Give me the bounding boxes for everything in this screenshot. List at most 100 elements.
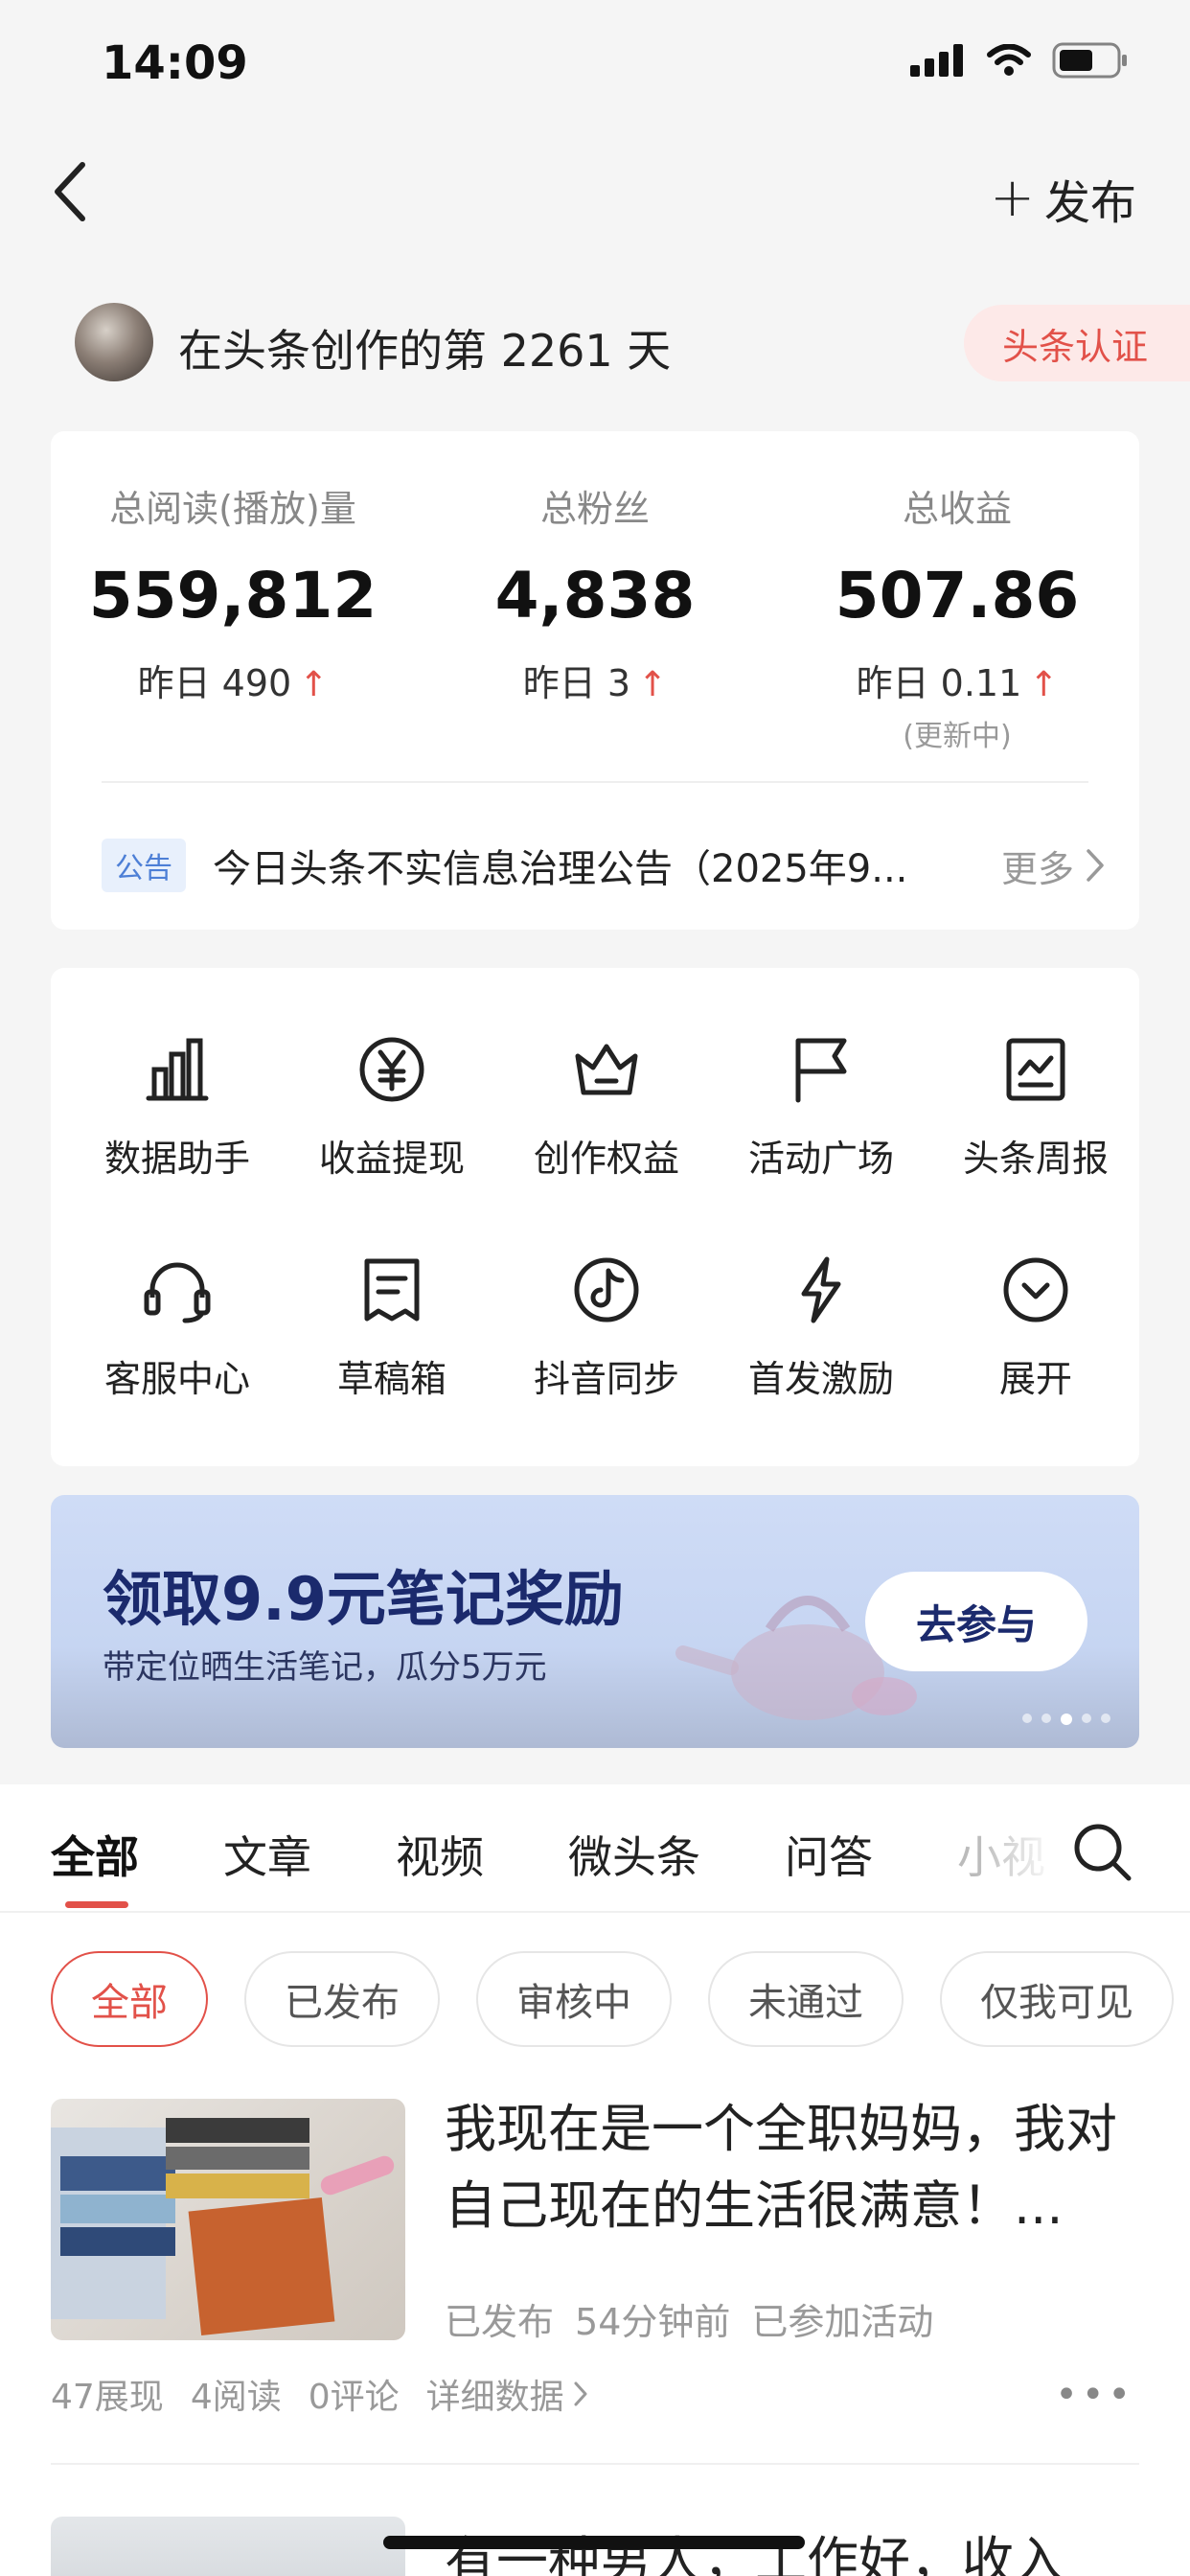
filter-all[interactable]: 全部 [51, 1951, 208, 2047]
pagination-dot [1022, 1714, 1032, 1723]
chevron-right-icon [1087, 849, 1104, 882]
pagination-dot [1082, 1714, 1091, 1723]
status-filters: 全部 已发布 审核中 未通过 仅我可见 [51, 1951, 1174, 2047]
douyin-icon [574, 1257, 639, 1322]
stat-value: 507.86 [835, 559, 1080, 632]
tab-qa[interactable]: 问答 [785, 1823, 873, 1886]
notice-text[interactable]: 今日头条不实信息治理公告（2025年9... [213, 838, 982, 893]
article-activity: 已参加活动 [751, 2301, 934, 2343]
stats-card: 总阅读(播放)量 559,812 昨日 490 ↑ 总粉丝 4,838 昨日 3 ↑… [51, 431, 1139, 930]
avatar[interactable] [75, 303, 153, 381]
stat-label: 总粉丝 [539, 488, 650, 530]
back-arrow-icon [55, 162, 85, 221]
banner-subtitle: 带定位晒生活笔记，瓜分5万元 [103, 1648, 547, 1687]
crown-icon [575, 1044, 638, 1095]
lightning-icon [801, 1256, 841, 1323]
banner-pagination [1022, 1714, 1110, 1725]
creator-days-text: 在头条创作的第 2261 天 [178, 325, 672, 377]
status-icons [910, 42, 1129, 79]
tab-articles[interactable]: 文章 [223, 1823, 311, 1886]
filter-private[interactable]: 仅我可见 [940, 1951, 1174, 2047]
stat-value: 559,812 [88, 559, 378, 632]
filter-published[interactable]: 已发布 [244, 1951, 440, 2047]
stat-delta-text: 昨日 3 [522, 662, 631, 704]
filter-reviewing[interactable]: 审核中 [476, 1951, 672, 2047]
tool-label: 抖音同步 [533, 1358, 679, 1400]
notice-tag: 公告 [102, 839, 186, 892]
tool-label: 收益提现 [318, 1138, 465, 1180]
tab-all[interactable]: 全部 [51, 1823, 139, 1886]
search-icon [1074, 1824, 1132, 1881]
notice-more-label: 更多 [1000, 847, 1074, 890]
tool-label: 数据助手 [103, 1138, 250, 1180]
tool-label: 草稿箱 [336, 1358, 446, 1400]
stat-total-reads[interactable]: 总阅读(播放)量 559,812 昨日 490 ↑ [51, 479, 415, 706]
tool-label: 首发激励 [747, 1358, 894, 1400]
active-tab-indicator [65, 1901, 128, 1908]
certification-badge[interactable]: 头条认证 [963, 305, 1190, 381]
article-impressions: 47展现 [51, 2378, 164, 2417]
tab-micro-posts[interactable]: 微头条 [568, 1823, 700, 1886]
up-arrow-icon: ↑ [1029, 665, 1059, 704]
stat-value: 4,838 [494, 559, 696, 632]
article-stats: 47展现 4阅读 0评论 详细数据 [51, 2369, 587, 2419]
article-meta: 已发布 54分钟前 已参加活动 [445, 2292, 933, 2345]
publish-button[interactable]: + 发布 [990, 165, 1136, 232]
pagination-dot-active [1061, 1714, 1072, 1725]
more-options-button[interactable]: ••• [1055, 2373, 1134, 2417]
search-button[interactable] [1071, 1821, 1134, 1884]
article-comments: 0评论 [308, 2378, 400, 2417]
stat-delta: 昨日 0.11 ↑ [775, 654, 1139, 706]
up-arrow-icon: ↑ [638, 665, 668, 704]
stat-label: 总阅读(播放)量 [109, 488, 356, 530]
tool-douyin-sync[interactable]: 抖音同步 [498, 1252, 715, 1402]
tool-drafts[interactable]: 草稿箱 [284, 1252, 500, 1402]
stat-delta: 昨日 3 ↑ [413, 654, 777, 706]
tool-first-publish-incentive[interactable]: 首发激励 [713, 1252, 929, 1402]
divider [51, 2463, 1139, 2465]
divider [0, 1911, 1190, 1913]
article-reads: 4阅读 [190, 2378, 282, 2417]
filter-rejected[interactable]: 未通过 [708, 1951, 904, 2047]
tool-activity-plaza[interactable]: 活动广场 [713, 1031, 929, 1182]
signal-icon [910, 44, 963, 77]
bar-chart-icon [146, 1038, 209, 1101]
tool-expand[interactable]: 展开 [927, 1252, 1144, 1402]
stat-note: (更新中) [903, 720, 1012, 753]
tabs-fade [977, 1816, 1073, 1893]
books-photo-icon [51, 2118, 395, 2335]
pagination-dot [1101, 1714, 1110, 1723]
tab-videos[interactable]: 视频 [396, 1823, 484, 1886]
tool-customer-service[interactable]: 客服中心 [69, 1252, 286, 1402]
tools-grid: 数据助手 收益提现 创作权益 活动广场 头条周报 客服中心 草稿箱 抖音同步 首… [51, 968, 1139, 1466]
chevron-down-icon [1003, 1257, 1068, 1322]
article-title[interactable]: 我现在是一个全职妈妈，我对自己现在的生活很满意！... [445, 2091, 1134, 2244]
banner-join-button[interactable]: 去参与 [865, 1572, 1087, 1671]
report-icon [1006, 1038, 1065, 1101]
article-thumbnail[interactable] [51, 2099, 405, 2340]
up-arrow-icon: ↑ [299, 665, 329, 704]
article-thumbnail[interactable] [51, 2517, 405, 2576]
tool-label: 活动广场 [747, 1138, 894, 1180]
home-indicator[interactable] [383, 2536, 805, 2549]
tool-income-withdraw[interactable]: 收益提现 [284, 1031, 500, 1182]
draft-icon [364, 1258, 420, 1322]
notice-row[interactable]: 公告 今日头条不实信息治理公告（2025年9... 更多 [102, 832, 1105, 899]
detail-data-label: 详细数据 [425, 2378, 564, 2417]
wifi-icon [987, 44, 1031, 76]
tool-weekly-report[interactable]: 头条周报 [927, 1031, 1144, 1182]
chevron-right-icon [574, 2381, 587, 2406]
headset-icon [144, 1262, 211, 1323]
promo-banner[interactable]: 领取9.9元笔记奖励 带定位晒生活笔记，瓜分5万元 去参与 [51, 1495, 1139, 1748]
notice-more-link[interactable]: 更多 [1001, 840, 1105, 892]
detail-data-link[interactable]: 详细数据 [426, 2369, 587, 2419]
stat-delta: 昨日 490 ↑ [51, 654, 415, 706]
stat-total-fans[interactable]: 总粉丝 4,838 昨日 3 ↑ [413, 479, 777, 706]
stat-total-income[interactable]: 总收益 507.86 昨日 0.11 ↑ (更新中) [775, 479, 1139, 754]
tool-data-assistant[interactable]: 数据助手 [69, 1031, 286, 1182]
stat-delta-text: 昨日 490 [137, 662, 292, 704]
divider [102, 781, 1088, 783]
tool-creator-rights[interactable]: 创作权益 [498, 1031, 715, 1182]
yen-icon [359, 1037, 424, 1102]
back-button[interactable] [44, 153, 102, 230]
